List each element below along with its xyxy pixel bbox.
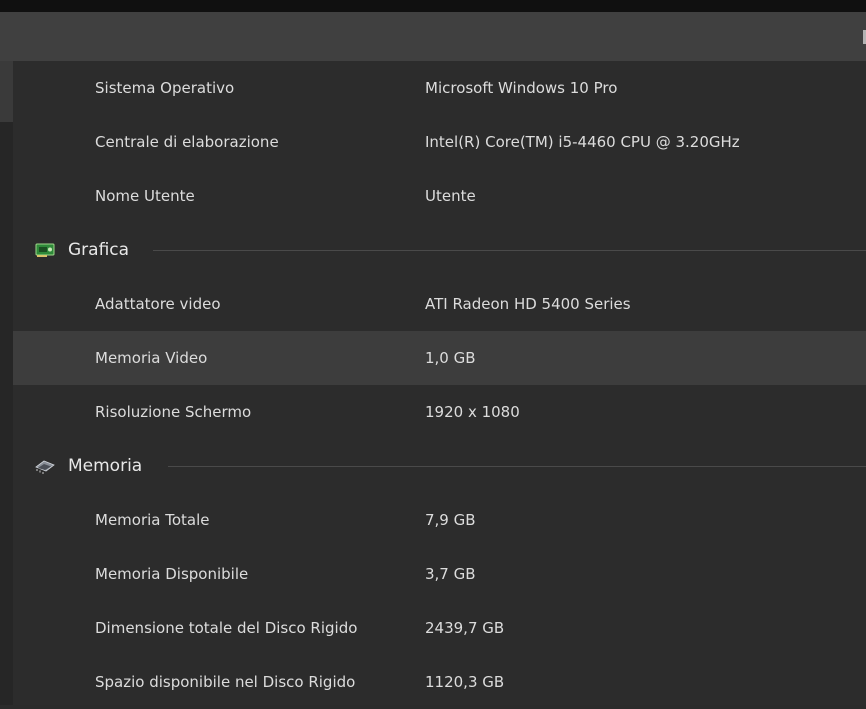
title-bar <box>0 12 866 61</box>
info-row-video-memory[interactable]: Memoria Video 1,0 GB <box>13 331 866 385</box>
info-row-available-memory[interactable]: Memoria Disponibile 3,7 GB <box>13 547 866 601</box>
row-value: 7,9 GB <box>425 511 476 529</box>
row-label: Spazio disponibile nel Disco Rigido <box>95 673 356 691</box>
row-value: 3,7 GB <box>425 565 476 583</box>
info-row-screen-resolution[interactable]: Risoluzione Schermo 1920 x 1080 <box>13 385 866 439</box>
row-value: Utente <box>425 187 476 205</box>
row-value: ATI Radeon HD 5400 Series <box>425 295 631 313</box>
row-value: Intel(R) Core(TM) i5-4460 CPU @ 3.20GHz <box>425 133 740 151</box>
section-divider <box>168 466 866 467</box>
row-label: Nome Utente <box>95 187 195 205</box>
info-row-disk-free[interactable]: Spazio disponibile nel Disco Rigido 1120… <box>13 655 866 709</box>
row-label: Sistema Operativo <box>95 79 235 97</box>
row-value: 2439,7 GB <box>425 619 505 637</box>
row-label: Dimensione totale del Disco Rigido <box>95 619 358 637</box>
section-header-memory: Memoria <box>13 439 866 493</box>
info-row-username[interactable]: Nome Utente Utente <box>13 169 866 223</box>
row-label: Risoluzione Schermo <box>95 403 252 421</box>
section-title: Grafica <box>68 240 130 260</box>
sidebar-tab-active[interactable] <box>0 61 13 122</box>
row-label: Centrale di elaborazione <box>95 133 279 151</box>
section-title: Memoria <box>68 456 143 476</box>
info-row-cpu[interactable]: Centrale di elaborazione Intel(R) Core(T… <box>13 115 866 169</box>
system-info-panel: Sistema Operativo Microsoft Windows 10 P… <box>13 61 866 705</box>
row-label: Memoria Totale <box>95 511 210 529</box>
row-label: Memoria Video <box>95 349 208 367</box>
row-value: 1,0 GB <box>425 349 476 367</box>
window-top-bar <box>0 0 866 12</box>
section-header-graphics: Grafica <box>13 223 866 277</box>
row-label: Memoria Disponibile <box>95 565 249 583</box>
info-row-disk-total[interactable]: Dimensione totale del Disco Rigido 2439,… <box>13 601 866 655</box>
info-row-os[interactable]: Sistema Operativo Microsoft Windows 10 P… <box>13 61 866 115</box>
row-value: 1120,3 GB <box>425 673 505 691</box>
section-divider <box>153 250 866 251</box>
info-row-video-adapter[interactable]: Adattatore video ATI Radeon HD 5400 Seri… <box>13 277 866 331</box>
row-value: Microsoft Windows 10 Pro <box>425 79 618 97</box>
graphics-card-icon <box>35 243 55 257</box>
info-row-total-memory[interactable]: Memoria Totale 7,9 GB <box>13 493 866 547</box>
memory-chip-icon <box>35 460 55 474</box>
row-label: Adattatore video <box>95 295 221 313</box>
left-sidebar <box>0 61 13 705</box>
row-value: 1920 x 1080 <box>425 403 520 421</box>
